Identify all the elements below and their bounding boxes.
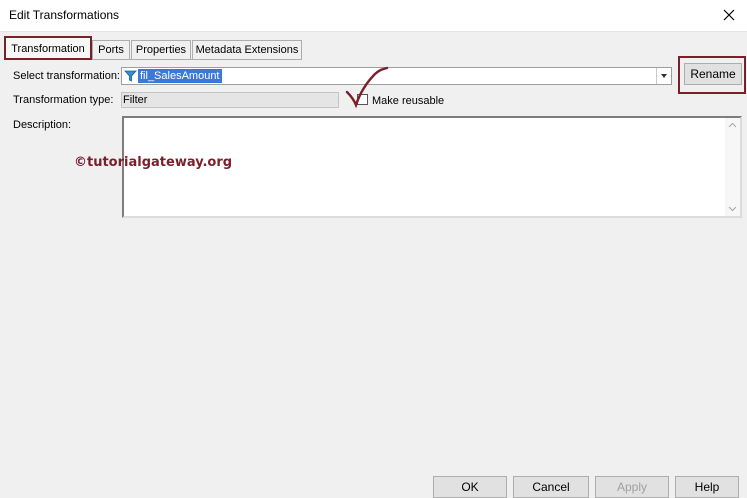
filter-icon	[124, 70, 137, 82]
window-title: Edit Transformations	[9, 8, 120, 22]
scroll-down-icon[interactable]	[728, 206, 737, 212]
description-label: Description:	[13, 119, 72, 131]
tab-ports[interactable]: Ports	[92, 40, 130, 59]
close-button[interactable]	[711, 0, 747, 31]
scroll-up-icon[interactable]	[728, 122, 737, 128]
transformation-type-value: Filter	[121, 92, 339, 108]
title-bar: Edit Transformations	[0, 0, 747, 32]
checkmark-annotation-icon	[345, 66, 389, 108]
rename-button[interactable]: Rename	[684, 63, 742, 85]
watermark: ©tutorialgateway.org	[74, 155, 233, 170]
tab-metadata-extensions[interactable]: Metadata Extensions	[192, 40, 302, 59]
transformation-type-label: Transformation type:	[13, 94, 114, 106]
close-icon	[723, 9, 735, 21]
select-transformation-label: Select transformation:	[13, 70, 120, 82]
chevron-down-icon	[661, 74, 667, 78]
tab-transformation[interactable]: Transformation	[4, 36, 92, 60]
description-scrollbar[interactable]	[725, 118, 740, 216]
dropdown-arrow-button[interactable]	[656, 68, 671, 84]
tab-properties[interactable]: Properties	[131, 40, 191, 59]
select-transformation-value: fil_SalesAmount	[138, 69, 222, 83]
